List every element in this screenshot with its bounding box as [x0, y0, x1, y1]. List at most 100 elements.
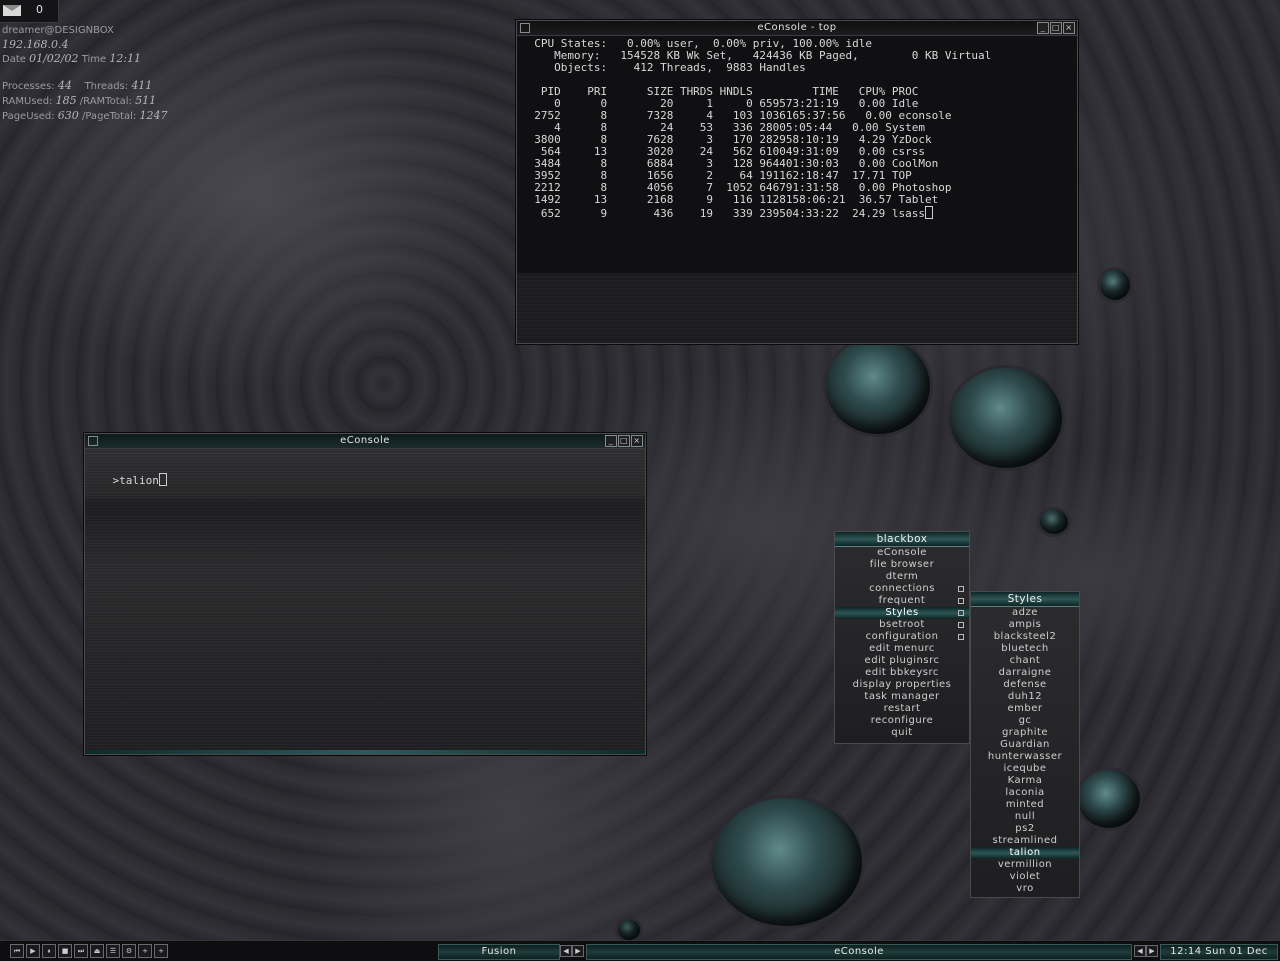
mail-count: 0 — [36, 3, 43, 16]
style-item-guardian[interactable]: Guardian — [971, 739, 1079, 751]
style-item-ember[interactable]: ember — [971, 703, 1079, 715]
style-item-talion[interactable]: talion — [971, 847, 1079, 859]
menu-item-display-properties[interactable]: display properties — [835, 679, 969, 691]
prev-icon[interactable]: ⏮ — [10, 944, 24, 958]
add-icon[interactable]: + — [138, 944, 152, 958]
menu-item-reconfigure[interactable]: reconfigure — [835, 715, 969, 727]
minimize-icon[interactable]: _ — [605, 435, 617, 447]
settings-icon[interactable]: ⚙ — [122, 944, 136, 958]
text-cursor — [924, 206, 933, 219]
workspace-label[interactable]: Fusion — [438, 944, 560, 960]
playlist-icon[interactable]: ☰ — [106, 944, 120, 958]
console-window[interactable]: eConsole _ □ × >talion — [84, 433, 646, 755]
top-output-line: Objects: 412 Threads, 9883 Handles — [521, 61, 806, 74]
ramtotal-value: 511 — [135, 94, 157, 107]
ip-address: 192.168.0.4 — [2, 38, 69, 51]
page-row: PageUsed: 630 /PageTotal: 1247 — [2, 109, 167, 124]
prev-task-icon[interactable]: ◀ — [1134, 945, 1146, 957]
ram-row: RAMUsed: 185 /RAMTotal: 511 — [2, 94, 167, 109]
style-item-gc[interactable]: gc — [971, 715, 1079, 727]
style-item-null[interactable]: null — [971, 811, 1079, 823]
date-label: Date — [2, 54, 26, 65]
top-output-line: 1492 13 2168 9 116 1128158:06:21 36.57 T… — [521, 193, 939, 206]
wallpaper-bubble — [950, 368, 1062, 468]
ramtotal-label: /RAMTotal: — [79, 96, 132, 107]
system-tray: 0 — [0, 0, 59, 23]
style-item-iceqube[interactable]: iceqube — [971, 763, 1079, 775]
next-workspace-icon[interactable]: ▶ — [572, 945, 584, 957]
style-item-minted[interactable]: minted — [971, 799, 1079, 811]
style-item-hunterwasser[interactable]: hunterwasser — [971, 751, 1079, 763]
console-input-text[interactable]: talion — [119, 474, 159, 487]
threads-label: Threads: — [84, 81, 129, 92]
next-icon[interactable]: ⏭ — [74, 944, 88, 958]
eject-icon[interactable]: ⏏ — [90, 944, 104, 958]
wallpaper-bubble — [1078, 770, 1140, 828]
play-icon[interactable]: ▶ — [26, 944, 40, 958]
menu-item-restart[interactable]: restart — [835, 703, 969, 715]
style-item-ps2[interactable]: ps2 — [971, 823, 1079, 835]
mail-icon[interactable] — [3, 5, 21, 16]
ramused-label: RAMUsed: — [2, 96, 53, 107]
console-input-area[interactable]: >talion — [85, 449, 645, 754]
menu-item-edit-menurc[interactable]: edit menurc — [835, 643, 969, 655]
style-item-bluetech[interactable]: bluetech — [971, 643, 1079, 655]
style-item-vermillion[interactable]: vermillion — [971, 859, 1079, 871]
close-icon[interactable]: × — [631, 435, 643, 447]
pageused-label: PageUsed: — [2, 111, 55, 122]
menu-item-quit[interactable]: quit — [835, 727, 969, 739]
stop-icon[interactable]: ■ — [58, 944, 72, 958]
style-item-adze[interactable]: adze — [971, 607, 1079, 619]
style-item-chant[interactable]: chant — [971, 655, 1079, 667]
menu-item-styles[interactable]: Styles — [835, 607, 969, 619]
style-item-defense[interactable]: defense — [971, 679, 1079, 691]
menu-item-file-browser[interactable]: file browser — [835, 559, 969, 571]
style-item-darraigne[interactable]: darraigne — [971, 667, 1079, 679]
top-output-line: 652 9 436 19 339 239504:33:22 24.29 lsas… — [521, 206, 1073, 220]
wallpaper-bubble — [618, 920, 640, 940]
close-icon[interactable]: × — [1063, 22, 1075, 34]
menu-item-econsole[interactable]: eConsole — [835, 547, 969, 559]
menu-item-configuration[interactable]: configuration — [835, 631, 969, 643]
window-menu-icon[interactable] — [88, 436, 98, 446]
blackbox-menu[interactable]: blackbox eConsole file browser dterm connec… — [834, 531, 970, 744]
menu-item-edit-pluginsrc[interactable]: edit pluginsrc — [835, 655, 969, 667]
console-window-titlebar[interactable]: eConsole _ □ × — [85, 434, 645, 449]
time-label: Time — [81, 54, 107, 65]
wallpaper-bubble — [1040, 510, 1068, 534]
maximize-icon[interactable]: □ — [1050, 22, 1062, 34]
maximize-icon[interactable]: □ — [618, 435, 630, 447]
processes-label: Processes: — [2, 81, 55, 92]
style-item-streamlined[interactable]: streamlined — [971, 835, 1079, 847]
wallpaper-bubble — [712, 798, 862, 926]
prev-workspace-icon[interactable]: ◀ — [560, 945, 572, 957]
style-item-violet[interactable]: violet — [971, 871, 1079, 883]
top-window-titlebar[interactable]: eConsole - top _ □ × — [517, 21, 1077, 36]
next-task-icon[interactable]: ▶ — [1146, 945, 1158, 957]
add-icon[interactable]: + — [154, 944, 168, 958]
style-item-vro[interactable]: vro — [971, 883, 1079, 895]
menu-item-connections[interactable]: connections — [835, 583, 969, 595]
pause-icon[interactable]: ⏸ — [42, 944, 56, 958]
style-item-graphite[interactable]: graphite — [971, 727, 1079, 739]
menu-item-task-manager[interactable]: task manager — [835, 691, 969, 703]
styles-menu[interactable]: Styles adze ampis blacksteel2 bluetech chant… — [970, 591, 1080, 898]
style-item-duh12[interactable]: duh12 — [971, 691, 1079, 703]
top-window-lower-pane — [517, 273, 1077, 343]
menu-item-dterm[interactable]: dterm — [835, 571, 969, 583]
menu-item-frequent[interactable]: frequent — [835, 595, 969, 607]
style-item-blacksteel2[interactable]: blacksteel2 — [971, 631, 1079, 643]
style-item-karma[interactable]: Karma — [971, 775, 1079, 787]
style-item-ampis[interactable]: ampis — [971, 619, 1079, 631]
window-menu-icon[interactable] — [520, 23, 530, 33]
wallpaper-bubble — [826, 338, 930, 434]
active-task-button[interactable]: eConsole — [586, 944, 1132, 960]
menu-item-bsetroot[interactable]: bsetroot — [835, 619, 969, 631]
media-controls: ⏮ ▶ ⏸ ■ ⏭ ⏏ ☰ ⚙ + + — [10, 944, 168, 958]
ramused-value: 185 — [55, 94, 77, 107]
user-host: dreamer@DESIGNBOX — [2, 25, 114, 36]
top-window[interactable]: eConsole - top _ □ × CPU States: 0.00% u… — [516, 20, 1078, 344]
minimize-icon[interactable]: _ — [1037, 22, 1049, 34]
menu-item-edit-bbkeysrc[interactable]: edit bbkeysrc — [835, 667, 969, 679]
style-item-laconia[interactable]: laconia — [971, 787, 1079, 799]
